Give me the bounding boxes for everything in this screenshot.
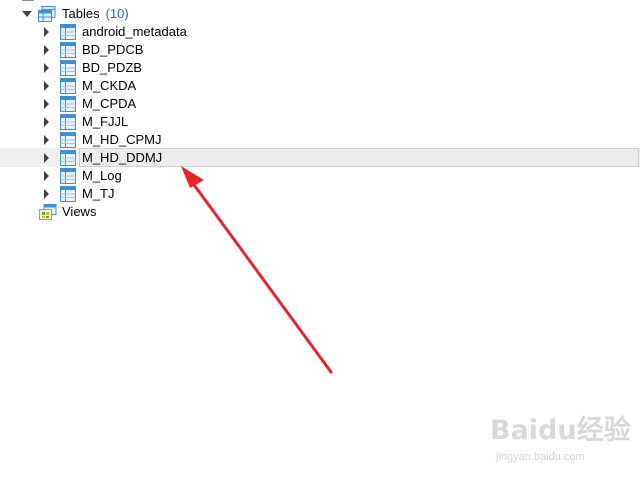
arrow-shaft [190, 180, 333, 374]
baidu-jingyan-watermark: Baidu经验 jingyan.baidu.com [490, 408, 631, 468]
database-tree-panel: Tables (10) android_metadata BD_PDCB BD_PDZ… [0, 0, 640, 480]
watermark-url: jingyan.baidu.com [496, 451, 585, 463]
arrow-head [181, 166, 204, 188]
watermark-logo: Baidu经验 [490, 415, 631, 446]
